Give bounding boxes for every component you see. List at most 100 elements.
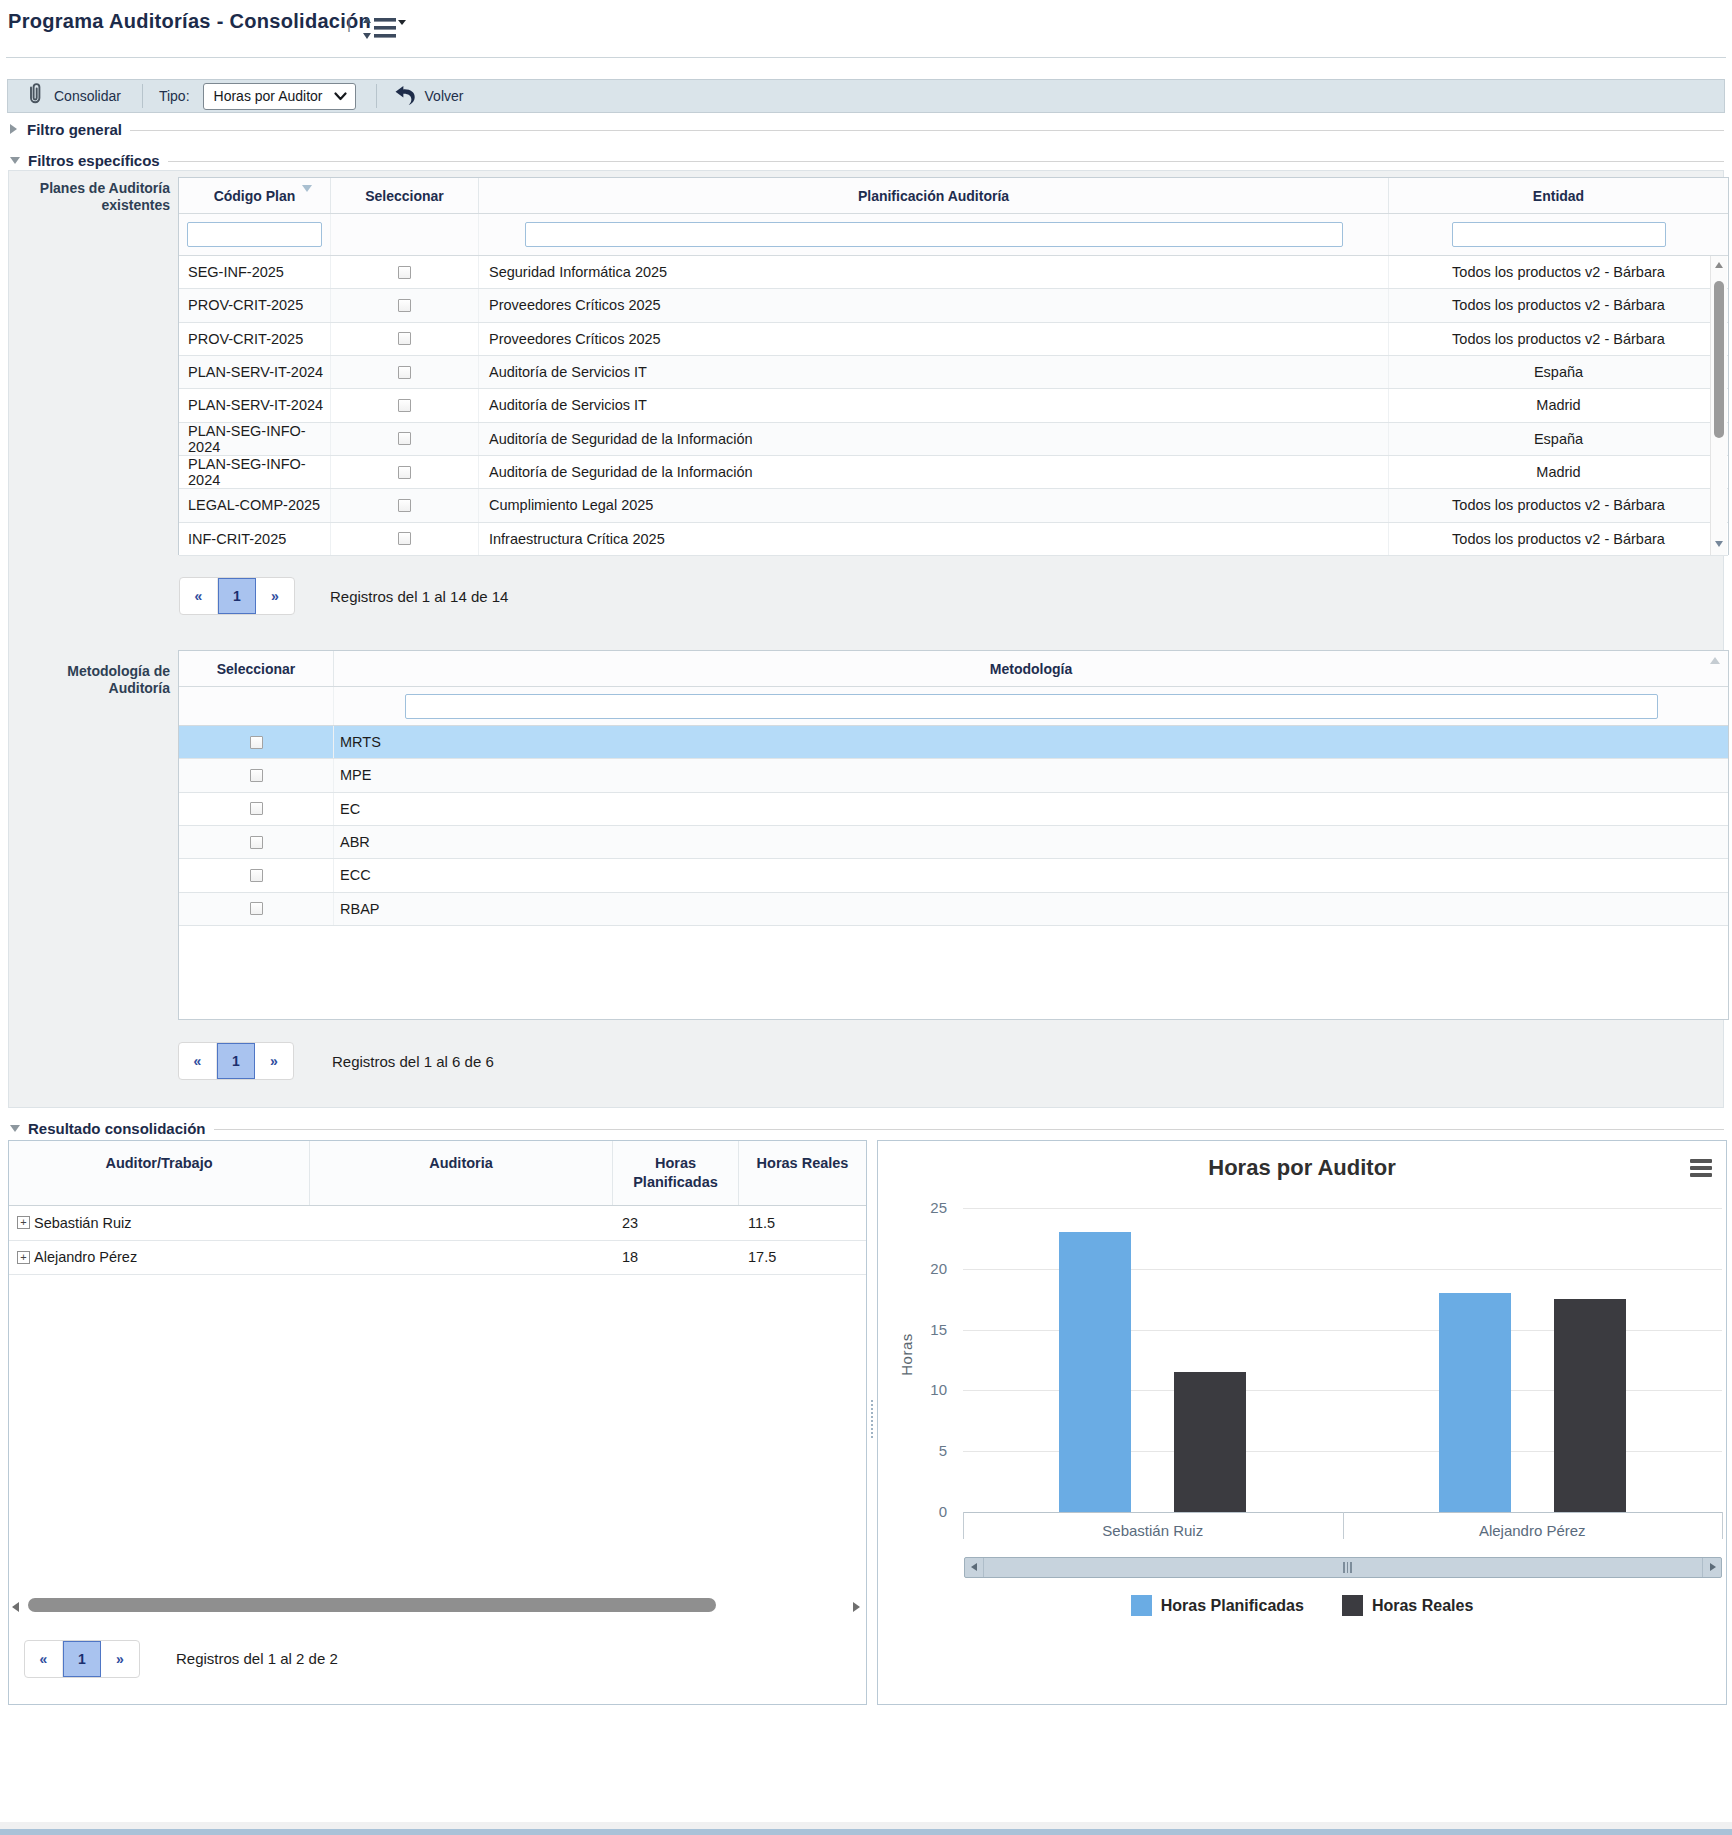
- planificacion-cell: Auditoría de Seguridad de la Información: [479, 423, 1389, 455]
- table-row[interactable]: MPE: [179, 759, 1728, 792]
- bar-reales[interactable]: [1554, 1299, 1626, 1512]
- legend-item[interactable]: Horas Planificadas: [1131, 1595, 1304, 1616]
- resultado-horizontal-scrollbar[interactable]: [12, 1598, 862, 1616]
- table-row[interactable]: INF-CRIT-2025Infraestructura Crítica 202…: [179, 523, 1728, 556]
- planificacion-cell: Proveedores Críticos 2025: [479, 323, 1389, 355]
- bar-planificadas[interactable]: [1439, 1293, 1511, 1512]
- row-checkbox[interactable]: [250, 802, 263, 815]
- table-row[interactable]: EC: [179, 793, 1728, 826]
- table-row[interactable]: PLAN-SEG-INFO-2024Auditoría de Seguridad…: [179, 423, 1728, 456]
- table-row[interactable]: +Sebastián Ruiz2311.5: [9, 1206, 866, 1241]
- row-checkbox[interactable]: [398, 332, 411, 345]
- row-checkbox[interactable]: [250, 836, 263, 849]
- panel-splitter[interactable]: [871, 1400, 873, 1438]
- next-page-button[interactable]: »: [256, 578, 294, 614]
- row-checkbox[interactable]: [250, 736, 263, 749]
- scroll-thumb[interactable]: [1714, 281, 1724, 438]
- metodologia-cell: EC: [334, 793, 1728, 825]
- row-checkbox[interactable]: [250, 769, 263, 782]
- table-row[interactable]: PROV-CRIT-2025Proveedores Críticos 2025T…: [179, 289, 1728, 322]
- y-axis-label: 15: [907, 1321, 947, 1338]
- column-header-horas-reales[interactable]: Horas Reales: [739, 1141, 866, 1205]
- section-filtros-especificos[interactable]: Filtros específicos: [10, 149, 1724, 171]
- scroll-down-icon[interactable]: [1715, 541, 1723, 547]
- seleccionar-cell: [179, 826, 334, 858]
- table-row[interactable]: ECC: [179, 859, 1728, 892]
- table-row[interactable]: LEGAL-COMP-2025Cumplimiento Legal 2025To…: [179, 489, 1728, 522]
- scroll-grip[interactable]: [1343, 1562, 1352, 1573]
- page-1-button[interactable]: 1: [63, 1641, 101, 1677]
- scroll-left-icon[interactable]: [12, 1602, 19, 1612]
- chart-menu-icon[interactable]: [1690, 1159, 1712, 1180]
- consolidar-button[interactable]: Consolidar: [54, 88, 121, 104]
- table-row[interactable]: +Alejandro Pérez1817.5: [9, 1241, 866, 1276]
- list-menu-icon[interactable]: [362, 14, 406, 46]
- scroll-right-icon[interactable]: [1702, 1558, 1721, 1577]
- column-header-auditoria[interactable]: Auditoria: [310, 1141, 613, 1205]
- page-1-button[interactable]: 1: [218, 578, 256, 614]
- table-row[interactable]: PLAN-SEG-INFO-2024Auditoría de Seguridad…: [179, 456, 1728, 489]
- table-row[interactable]: PLAN-SERV-IT-2024Auditoría de Servicios …: [179, 356, 1728, 389]
- chevron-down-icon: [334, 92, 347, 101]
- column-header-seleccionar[interactable]: Seleccionar: [331, 178, 479, 213]
- filter-entidad-input[interactable]: [1452, 222, 1666, 247]
- scroll-right-icon[interactable]: [853, 1602, 860, 1612]
- filter-metodologia-input[interactable]: [405, 694, 1658, 719]
- prev-page-button[interactable]: «: [179, 1043, 217, 1079]
- entidad-cell: Madrid: [1389, 389, 1728, 421]
- codigo-plan-cell: LEGAL-COMP-2025: [179, 489, 331, 521]
- next-page-button[interactable]: »: [255, 1043, 293, 1079]
- column-header-planificacion[interactable]: Planificación Auditoría: [479, 178, 1389, 213]
- column-header-codigo-plan[interactable]: Código Plan: [179, 178, 331, 213]
- planes-table: Código Plan Seleccionar Planificación Au…: [178, 177, 1729, 555]
- row-checkbox[interactable]: [398, 499, 411, 512]
- row-checkbox[interactable]: [398, 466, 411, 479]
- planes-records-info: Registros del 1 al 14 de 14: [330, 588, 508, 605]
- table-row[interactable]: PLAN-SERV-IT-2024Auditoría de Servicios …: [179, 389, 1728, 422]
- row-checkbox[interactable]: [398, 432, 411, 445]
- row-checkbox[interactable]: [250, 902, 263, 915]
- column-header-entidad[interactable]: Entidad: [1389, 178, 1728, 213]
- section-resultado[interactable]: Resultado consolidación: [10, 1117, 1724, 1139]
- scroll-up-icon[interactable]: [1715, 262, 1723, 268]
- chart-scrollbar[interactable]: [964, 1557, 1722, 1578]
- table-row[interactable]: SEG-INF-2025Seguridad Informática 2025To…: [179, 256, 1728, 289]
- metodologia-pagination: « 1 »: [178, 1042, 294, 1080]
- next-page-button[interactable]: »: [101, 1641, 139, 1677]
- column-header-auditor-trabajo[interactable]: Auditor/Trabajo: [9, 1141, 310, 1205]
- column-header-horas-planificadas[interactable]: Horas Planificadas: [613, 1141, 739, 1205]
- column-header-metodologia[interactable]: Metodología: [334, 651, 1728, 686]
- horas-reales-cell: 11.5: [739, 1215, 866, 1231]
- toolbar-separator: [376, 84, 377, 108]
- prev-page-button[interactable]: «: [25, 1641, 63, 1677]
- expand-icon[interactable]: +: [17, 1251, 30, 1264]
- column-header-seleccionar[interactable]: Seleccionar: [179, 651, 334, 686]
- legend-item[interactable]: Horas Reales: [1342, 1595, 1473, 1616]
- scroll-thumb[interactable]: [28, 1598, 716, 1612]
- tipo-select[interactable]: Horas por Auditor: [203, 83, 356, 110]
- row-checkbox[interactable]: [398, 299, 411, 312]
- bar-reales[interactable]: [1174, 1372, 1246, 1512]
- row-checkbox[interactable]: [398, 266, 411, 279]
- volver-button[interactable]: Volver: [425, 88, 464, 104]
- row-checkbox[interactable]: [250, 869, 263, 882]
- undo-icon: [393, 85, 416, 110]
- legend-swatch: [1131, 1595, 1152, 1616]
- filter-codigo-plan-input[interactable]: [187, 222, 322, 247]
- table-row[interactable]: PROV-CRIT-2025Proveedores Críticos 2025T…: [179, 323, 1728, 356]
- expand-icon[interactable]: +: [17, 1216, 30, 1229]
- row-checkbox[interactable]: [398, 399, 411, 412]
- filter-planificacion-input[interactable]: [525, 222, 1343, 247]
- bar-planificadas[interactable]: [1059, 1232, 1131, 1512]
- table-row[interactable]: ABR: [179, 826, 1728, 859]
- page-1-button[interactable]: 1: [217, 1043, 255, 1079]
- prev-page-button[interactable]: «: [180, 578, 218, 614]
- table-row[interactable]: MRTS: [179, 726, 1728, 759]
- scroll-left-icon[interactable]: [965, 1558, 984, 1577]
- table-row[interactable]: RBAP: [179, 893, 1728, 926]
- row-checkbox[interactable]: [398, 366, 411, 379]
- codigo-plan-cell: PROV-CRIT-2025: [179, 323, 331, 355]
- planes-vertical-scrollbar[interactable]: [1710, 256, 1727, 555]
- row-checkbox[interactable]: [398, 532, 411, 545]
- section-filtro-general[interactable]: Filtro general: [10, 118, 1724, 140]
